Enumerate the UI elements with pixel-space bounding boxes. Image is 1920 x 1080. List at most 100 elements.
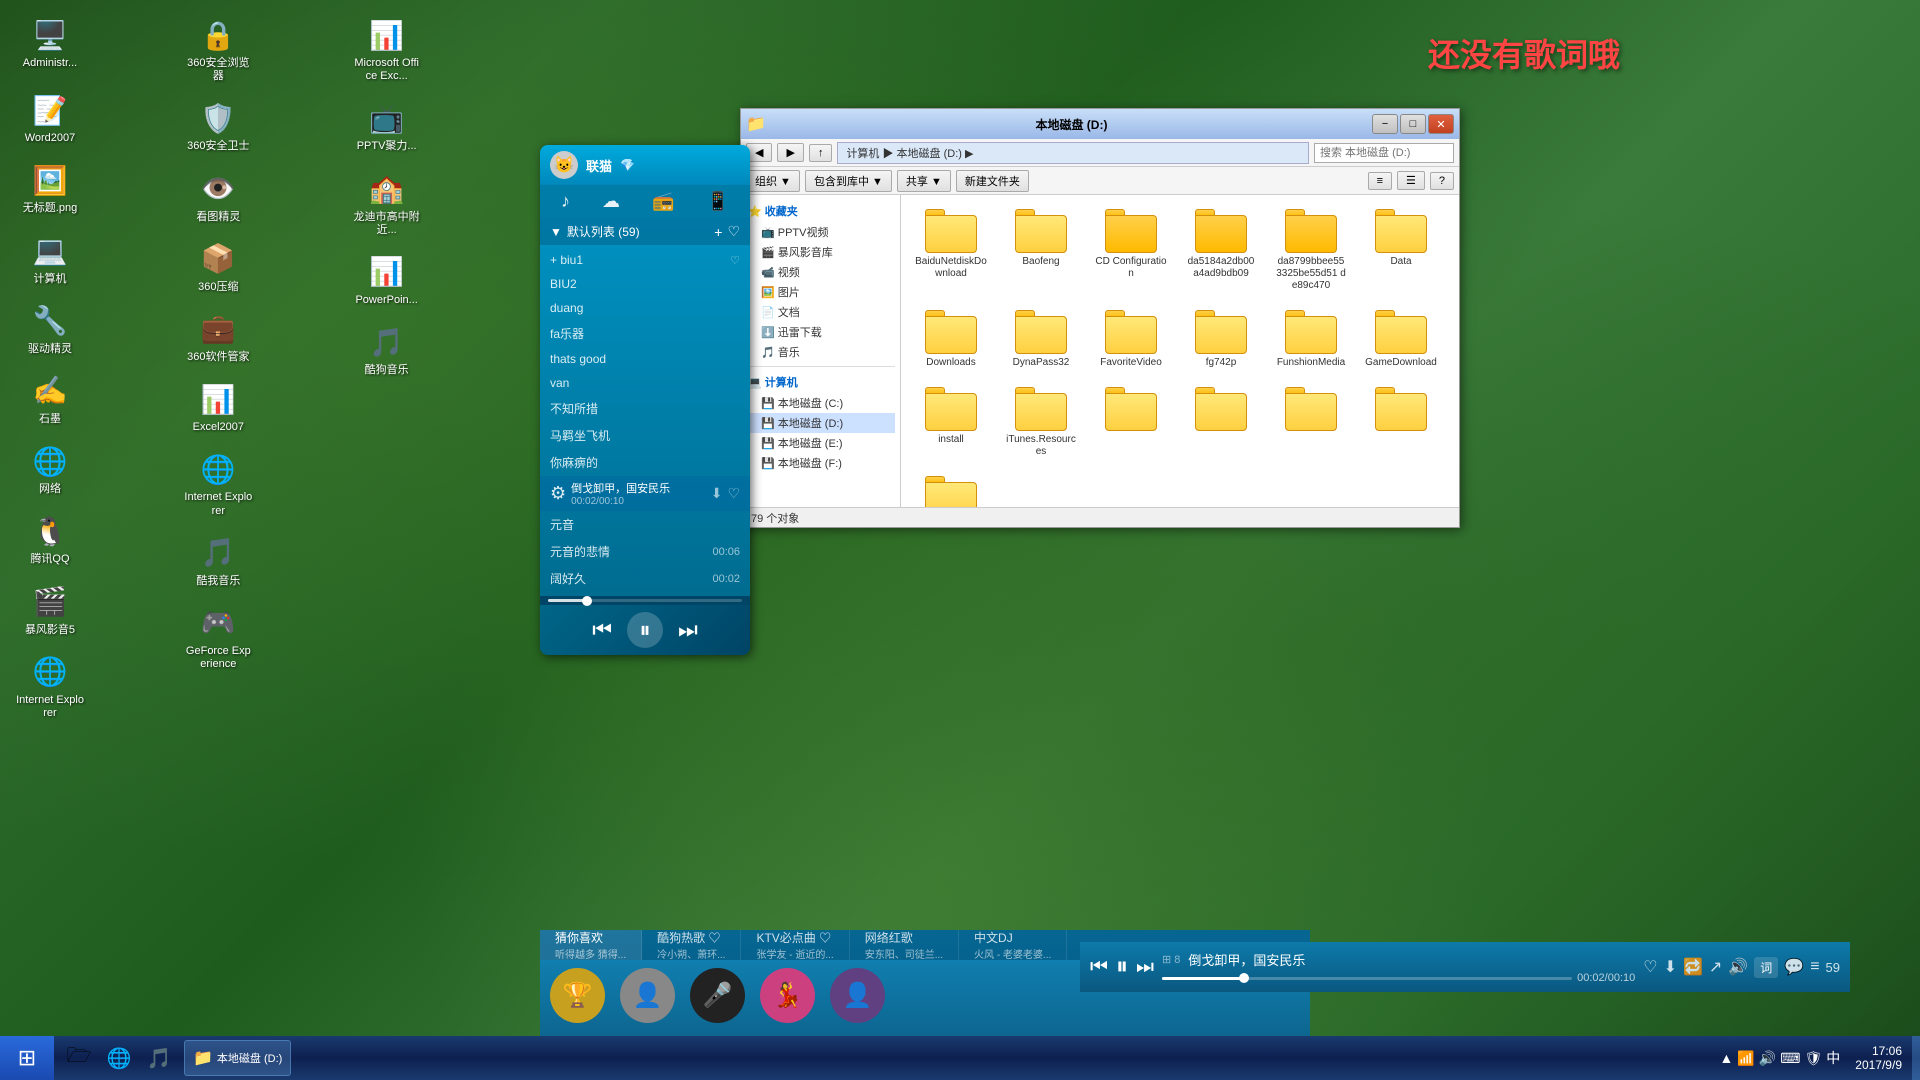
tray-input-method-icon[interactable]: 中 bbox=[1826, 1048, 1840, 1068]
favorites-section[interactable]: ⭐ 收藏夹 bbox=[746, 200, 895, 222]
desktop-icon-kuwo2[interactable]: 🎵 酷狗音乐 bbox=[347, 317, 427, 382]
taskbar-clock[interactable]: 17:06 2017/9/9 bbox=[1855, 1044, 1902, 1072]
desktop-icon-pptv[interactable]: 🎬 暴风影音5 bbox=[10, 577, 90, 642]
nav-forward-button[interactable]: ▶ bbox=[777, 143, 803, 162]
playlist-item-yuanyin[interactable]: 元音 bbox=[540, 511, 750, 538]
progress-thumb[interactable] bbox=[582, 596, 592, 606]
playlist-collapse-icon[interactable]: ▼ bbox=[550, 225, 562, 239]
folder-da8799[interactable]: da8799bbee55 3325be55d51 de89c470 bbox=[1271, 205, 1351, 296]
folder-da5184[interactable]: da5184a2db00 a4ad9bdb09 bbox=[1181, 205, 1261, 296]
playlist-heart-icon[interactable]: ♡ bbox=[727, 223, 740, 240]
sidebar-item-d[interactable]: 💾 本地磁盘 (D:) bbox=[746, 413, 895, 433]
minimize-button[interactable]: − bbox=[1372, 114, 1398, 134]
folder-data[interactable]: Data bbox=[1361, 205, 1441, 296]
sidebar-item-video[interactable]: 📹 视频 bbox=[746, 262, 895, 282]
start-button[interactable]: ⊞ bbox=[0, 1036, 54, 1080]
folder-extra5[interactable] bbox=[911, 472, 991, 507]
desktop-icon-office[interactable]: 📊 Microsoft Office Exc... bbox=[347, 10, 427, 88]
sidebar-item-pptv[interactable]: 📺 PPTV视频 bbox=[746, 222, 895, 242]
tray-antivirus-icon[interactable]: 🛡 bbox=[1805, 1050, 1823, 1067]
bp-thumb[interactable] bbox=[1239, 973, 1249, 983]
playlist-item-thatsgood[interactable]: thats good bbox=[540, 347, 750, 371]
reco-item-4[interactable]: 💃 bbox=[760, 968, 815, 1028]
progress-track[interactable] bbox=[548, 599, 742, 602]
taskbar-ie-icon[interactable]: 🌐 bbox=[101, 1040, 137, 1076]
desktop-icon-geforce[interactable]: 🎮 GeForce Experience bbox=[178, 598, 258, 676]
desktop-icon-kantu[interactable]: 👁️ 看图精灵 bbox=[178, 164, 258, 229]
bp-playlist-toggle[interactable]: ≡ bbox=[1810, 958, 1819, 976]
playlist-item-nima[interactable]: 你麻痹的 bbox=[540, 449, 750, 476]
share-button[interactable]: 共享 ▼ bbox=[897, 170, 951, 192]
sidebar-item-c[interactable]: 💾 本地磁盘 (C:) bbox=[746, 393, 895, 413]
folder-gamedownload[interactable]: GameDownload bbox=[1361, 306, 1441, 373]
sidebar-item-music[interactable]: 🎵 音乐 bbox=[746, 342, 895, 362]
desktop-icon-360assist[interactable]: 💼 360软件管家 bbox=[178, 304, 258, 369]
desktop-icon-computer[interactable]: 💻 计算机 bbox=[10, 226, 90, 291]
folder-favoritevideo[interactable]: FavoriteVideo bbox=[1091, 306, 1171, 373]
desktop-icon-word2007[interactable]: 📝 Word2007 bbox=[10, 85, 90, 150]
nav-mobile-icon[interactable]: 📱 bbox=[707, 191, 729, 212]
desktop-icon-excel2007[interactable]: 📊 Excel2007 bbox=[178, 374, 258, 439]
folder-itunes[interactable]: iTunes.Resources bbox=[1001, 383, 1081, 462]
close-button[interactable]: ✕ bbox=[1428, 114, 1454, 134]
playlist-item-fayueqi[interactable]: fa乐器 bbox=[540, 320, 750, 347]
desktop-icon-drive-mgr[interactable]: 🔧 驱动精灵 bbox=[10, 296, 90, 361]
bp-loop-button[interactable]: 🔁 bbox=[1683, 957, 1703, 977]
desktop-icon-ie[interactable]: 🌐 Internet Explorer bbox=[10, 647, 90, 725]
reco-tab-hot[interactable]: 酷狗热歌 ♡ 冷小朔、萧环... bbox=[642, 930, 741, 960]
reco-item-1[interactable]: 🏆 bbox=[550, 968, 605, 1028]
bp-download-button[interactable]: ⬇ bbox=[1664, 957, 1677, 977]
playlist-item-biu1[interactable]: + biu1 ♡ bbox=[540, 248, 750, 272]
folder-funshionmedia[interactable]: FunshionMedia bbox=[1271, 306, 1351, 373]
bp-track[interactable] bbox=[1162, 977, 1572, 980]
reco-tab-dj[interactable]: 中文DJ 火风 - 老婆老婆... bbox=[959, 930, 1067, 960]
heart-icon-now[interactable]: ♡ bbox=[727, 485, 740, 502]
search-input[interactable] bbox=[1314, 143, 1454, 163]
folder-baidunetdisk[interactable]: BaiduNetdiskDownload bbox=[911, 205, 991, 296]
download-icon[interactable]: ⬇ bbox=[711, 485, 723, 502]
folder-extra2[interactable] bbox=[1181, 383, 1261, 462]
sidebar-item-storm[interactable]: 🎬 暴风影音库 bbox=[746, 242, 895, 262]
bp-lyrics-button[interactable]: 词 bbox=[1754, 957, 1778, 978]
tray-arrow-icon[interactable]: ▲ bbox=[1720, 1050, 1734, 1066]
nav-radio-icon[interactable]: 📻 bbox=[652, 191, 674, 212]
playlist-item-daoge[interactable]: ⚙ 倒戈卸甲，国安民乐 00:02/00:10 ⬇ ♡ bbox=[540, 476, 750, 511]
desktop-icon-network[interactable]: 🌐 网络 bbox=[10, 436, 90, 501]
next-button[interactable]: ⏭ bbox=[678, 617, 698, 643]
desktop-icon-ie2[interactable]: 🌐 Internet Explorer bbox=[178, 444, 258, 522]
maximize-button[interactable]: □ bbox=[1400, 114, 1426, 134]
new-folder-button[interactable]: 新建文件夹 bbox=[956, 170, 1029, 192]
organize-button[interactable]: 组织 ▼ bbox=[746, 170, 800, 192]
folder-extra1[interactable] bbox=[1091, 383, 1171, 462]
folder-downloads[interactable]: Downloads bbox=[911, 306, 991, 373]
folder-fg742p[interactable]: fg742p bbox=[1181, 306, 1261, 373]
reco-tab-guess[interactable]: 猜你喜欢 听得越多 猜得... bbox=[540, 930, 642, 960]
prev-button[interactable]: ⏮ bbox=[592, 617, 612, 643]
tray-volume-icon[interactable]: 🔊 bbox=[1759, 1050, 1776, 1067]
nav-music-icon[interactable]: ♪ bbox=[561, 191, 570, 212]
sidebar-item-e[interactable]: 💾 本地磁盘 (E:) bbox=[746, 433, 895, 453]
bp-share-button[interactable]: ↗ bbox=[1709, 957, 1722, 977]
playlist-item-buzhisuocuo[interactable]: 不知所措 bbox=[540, 395, 750, 422]
taskbar-kuwo-icon[interactable]: 🎵 bbox=[141, 1040, 177, 1076]
bp-heart-button[interactable]: ♡ bbox=[1643, 957, 1657, 977]
view-list-button[interactable]: ≡ bbox=[1368, 172, 1392, 190]
desktop-icon-pptv2[interactable]: 📺 PPTV聚力... bbox=[347, 93, 427, 158]
reco-tab-netsong[interactable]: 网络红歌 安东阳、司徒兰... bbox=[850, 930, 959, 960]
playlist-item-kuohaojiu[interactable]: 阔好久 00:02 bbox=[540, 565, 750, 592]
tray-network-icon[interactable]: 📶 bbox=[1737, 1050, 1754, 1067]
bp-comment-button[interactable]: 💬 bbox=[1784, 957, 1804, 977]
reco-tab-ktv[interactable]: KTV必点曲 ♡ 张学友 - 逝近的... bbox=[741, 930, 849, 960]
playlist-item-yuanyin-beiqing[interactable]: 元音的悲情 00:06 bbox=[540, 538, 750, 565]
reco-item-2[interactable]: 👤 bbox=[620, 968, 675, 1028]
include-library-button[interactable]: 包含到库中 ▼ bbox=[805, 170, 892, 192]
sidebar-item-f[interactable]: 💾 本地磁盘 (F:) bbox=[746, 453, 895, 473]
nav-cloud-icon[interactable]: ☁ bbox=[602, 191, 620, 212]
help-button[interactable]: ? bbox=[1430, 172, 1454, 190]
sidebar-item-pictures[interactable]: 🖼️ 图片 bbox=[746, 282, 895, 302]
desktop-icon-360safe[interactable]: 🛡️ 360安全卫士 bbox=[178, 93, 258, 158]
folder-extra4[interactable] bbox=[1361, 383, 1441, 462]
playlist-item-horse[interactable]: 马羁坐飞机 bbox=[540, 422, 750, 449]
folder-extra3[interactable] bbox=[1271, 383, 1351, 462]
taskbar-file-explorer-item[interactable]: 📁 本地磁盘 (D:) bbox=[184, 1040, 291, 1076]
